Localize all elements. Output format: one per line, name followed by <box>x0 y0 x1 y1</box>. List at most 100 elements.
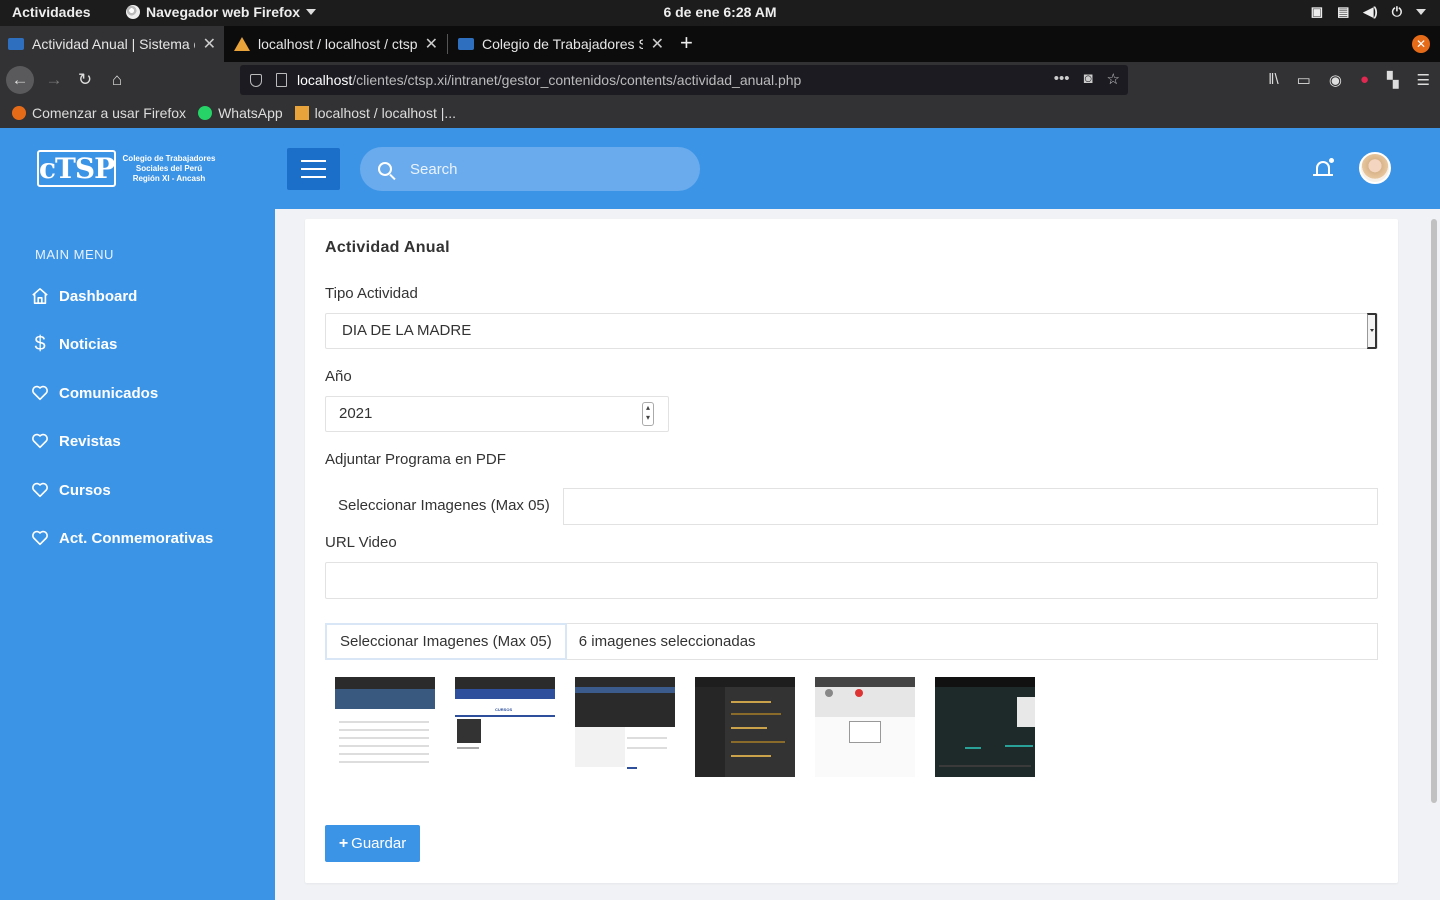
tab-colegio[interactable]: Colegio de Trabajadores So ✕ <box>450 26 672 62</box>
firefox-icon <box>12 106 26 120</box>
sidebar-item-noticias[interactable]: $ Noticias <box>30 332 117 356</box>
bookmark-localhost[interactable]: localhost / localhost |... <box>294 105 457 121</box>
page-info-icon[interactable] <box>276 73 287 87</box>
sidebar-item-label: Comunicados <box>59 384 159 402</box>
window-close-icon[interactable]: ✕ <box>1412 35 1430 53</box>
pdf-file-input[interactable]: Seleccionar Imagenes (Max 05) <box>325 488 1378 525</box>
bookmark-whatsapp[interactable]: WhatsApp <box>198 105 283 121</box>
heart-icon <box>30 528 50 548</box>
tab-title: localhost / localhost / ctsp <box>258 36 417 52</box>
volume-icon[interactable]: ◀) <box>1363 4 1377 20</box>
hamburger-icon <box>301 160 326 162</box>
tab-phpmyadmin[interactable]: localhost / localhost / ctsp ✕ <box>226 26 446 62</box>
network-icon[interactable]: ▤ <box>1337 4 1349 20</box>
heart-icon <box>30 431 50 451</box>
bookmark-firefox[interactable]: Comenzar a usar Firefox <box>12 105 186 121</box>
image-thumbnail[interactable] <box>935 677 1035 777</box>
anio-input[interactable]: 2021 ▴ ▾ <box>325 396 669 432</box>
chevron-down-icon[interactable] <box>1416 9 1426 15</box>
logo[interactable]: cTSP Colegio de Trabajadores Sociales de… <box>37 150 219 187</box>
phpmyadmin-icon <box>294 106 309 120</box>
image-thumbnail[interactable] <box>335 677 435 777</box>
tab-separator <box>447 34 448 54</box>
close-icon[interactable]: ✕ <box>203 34 216 54</box>
extensions-icon[interactable]: ▚ <box>1387 71 1399 89</box>
menu-icon[interactable]: ☰ <box>1417 71 1430 89</box>
lock-icon[interactable]: ● <box>1360 71 1369 89</box>
tab-title: Actividad Anual | Sistema d <box>32 36 195 52</box>
avatar[interactable] <box>1359 152 1391 184</box>
bookmarks-toolbar: Comenzar a usar Firefox WhatsApp localho… <box>0 98 1440 128</box>
library-icon[interactable]: ‖\ <box>1268 71 1278 89</box>
images-file-input[interactable]: Seleccionar Imagenes (Max 05) 6 imagenes… <box>325 623 1378 660</box>
sidebar-item-label: Dashboard <box>59 287 138 305</box>
number-spinner[interactable]: ▴ ▾ <box>642 402 654 426</box>
chevron-down-icon <box>306 9 317 15</box>
sidebar-item-cursos[interactable]: Cursos <box>30 478 111 502</box>
search-input[interactable] <box>410 160 670 178</box>
power-icon[interactable]: ⏻ <box>1392 4 1402 20</box>
logo-line: Sociales del Perú <box>135 163 203 173</box>
image-thumbnail[interactable] <box>695 677 795 777</box>
back-arrow-icon[interactable]: ← <box>6 66 34 94</box>
url-path: /clientes/ctsp.xi/intranet/gestor_conten… <box>352 72 802 88</box>
search-icon <box>378 162 392 176</box>
anio-value: 2021 <box>339 405 373 422</box>
image-thumbnail[interactable] <box>575 677 675 777</box>
reload-icon[interactable]: ↻ <box>71 66 99 94</box>
close-icon[interactable]: ✕ <box>651 34 664 54</box>
url-bar[interactable]: localhost/clientes/ctsp.xi/intranet/gest… <box>240 65 1128 95</box>
bookmark-star-icon[interactable]: ☆ <box>1107 70 1120 88</box>
tipo-actividad-select[interactable]: DIA DE LA MADRE <box>325 313 1378 349</box>
plus-icon: + <box>338 834 349 852</box>
url-video-input[interactable] <box>325 562 1378 599</box>
heart-icon <box>30 480 50 500</box>
notification-bell-icon[interactable] <box>1313 157 1335 179</box>
logo-line: Región XI - Ancash <box>132 173 206 183</box>
home-icon[interactable]: ⌂ <box>103 66 131 94</box>
sidebar-item-act-conmemorativas[interactable]: Act. Conmemorativas <box>30 526 213 550</box>
image-thumbnail[interactable]: CURSOS <box>455 677 555 777</box>
sidebar-item-label: Noticias <box>59 335 118 353</box>
phpmyadmin-icon <box>234 37 250 51</box>
search-box[interactable] <box>360 147 700 191</box>
sidebar-icon[interactable]: ▭ <box>1297 71 1311 89</box>
tracking-shield-icon[interactable] <box>250 73 262 87</box>
system-tray[interactable]: ▣ ▤ ◀) ⏻ <box>1311 4 1426 20</box>
new-tab-icon[interactable]: + <box>680 30 693 56</box>
pocket-icon[interactable]: ◙ <box>1083 70 1092 88</box>
images-select-button[interactable]: Seleccionar Imagenes (Max 05) <box>325 623 567 660</box>
save-button-label: Guardar <box>351 835 407 852</box>
account-icon[interactable]: ◉ <box>1329 71 1342 89</box>
bookmark-label: localhost / localhost |... <box>314 105 457 121</box>
app-menu[interactable]: Navegador web Firefox <box>126 4 317 20</box>
app-header: cTSP Colegio de Trabajadores Sociales de… <box>0 128 1440 209</box>
logo-mark: cTSP <box>37 150 116 187</box>
url-text: localhost/clientes/ctsp.xi/intranet/gest… <box>297 72 801 88</box>
activities-button[interactable]: Actividades <box>12 4 91 20</box>
bookmark-label: Comenzar a usar Firefox <box>32 105 187 121</box>
image-thumbnail[interactable] <box>815 677 915 777</box>
save-button[interactable]: + Guardar <box>325 825 420 862</box>
url-video-label: URL Video <box>325 534 397 551</box>
page-actions-icon[interactable]: ••• <box>1054 70 1070 88</box>
tab-actividad-anual[interactable]: Actividad Anual | Sistema d ✕ <box>0 26 224 62</box>
tipo-actividad-label: Tipo Actividad <box>325 285 418 302</box>
close-icon[interactable]: ✕ <box>425 34 438 54</box>
forward-arrow-icon[interactable]: → <box>40 66 68 94</box>
sidebar-item-dashboard[interactable]: Dashboard <box>30 284 137 308</box>
select-arrow-icon <box>1367 313 1377 349</box>
whatsapp-icon <box>198 106 213 120</box>
app-menu-label: Navegador web Firefox <box>146 4 301 20</box>
tab-title: Colegio de Trabajadores So <box>482 36 643 52</box>
pdf-file-name <box>562 488 1378 525</box>
navigation-bar: ← → ↻ ⌂ localhost/clientes/ctsp.xi/intra… <box>0 62 1440 98</box>
page-scrollbar[interactable] <box>1431 219 1437 803</box>
sidebar-item-comunicados[interactable]: Comunicados <box>30 381 158 405</box>
pdf-select-button[interactable]: Seleccionar Imagenes (Max 05) <box>325 488 563 525</box>
sidebar-item-revistas[interactable]: Revistas <box>30 429 121 453</box>
menu-toggle-button[interactable] <box>287 148 340 190</box>
notification-dot <box>1328 157 1335 164</box>
screen-icon[interactable]: ▣ <box>1311 4 1323 20</box>
sidebar: MAIN MENU Dashboard $ Noticias Comunicad… <box>0 209 275 900</box>
